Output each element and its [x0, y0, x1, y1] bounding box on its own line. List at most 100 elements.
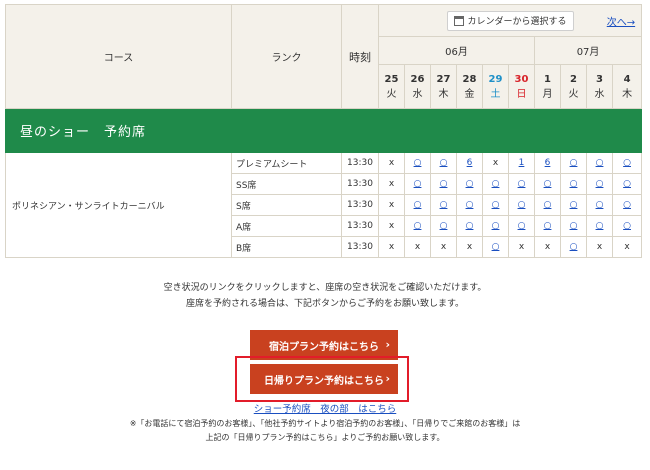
availability-mark[interactable]: ○: [492, 200, 500, 210]
availability-link[interactable]: ○: [560, 173, 587, 195]
availability-link[interactable]: ○: [611, 173, 643, 195]
availability-link[interactable]: ○: [560, 194, 587, 216]
availability-mark: x: [518, 242, 525, 252]
availability-mark: x: [388, 158, 395, 168]
availability-link[interactable]: ○: [404, 152, 431, 174]
day-weekday: 木: [622, 88, 633, 100]
availability-mark[interactable]: ○: [623, 158, 631, 168]
availability-link[interactable]: ○: [430, 152, 457, 174]
day-weekday: 木: [438, 88, 449, 100]
availability-mark[interactable]: ○: [623, 221, 631, 231]
availability-link[interactable]: ○: [611, 152, 643, 174]
availability-link[interactable]: 6: [456, 152, 483, 174]
availability-mark[interactable]: ○: [414, 221, 422, 231]
day-header: 29 土: [482, 64, 509, 109]
availability-mark[interactable]: ○: [544, 200, 552, 210]
availability-link[interactable]: ○: [456, 215, 483, 237]
availability-mark[interactable]: ○: [518, 200, 526, 210]
availability-link[interactable]: ○: [404, 215, 431, 237]
calendar-icon: [453, 15, 464, 26]
availability-link[interactable]: ○: [456, 194, 483, 216]
rank-name: S席: [231, 194, 342, 216]
availability-link[interactable]: ○: [482, 194, 509, 216]
note-line-2: 上記の「日帰りプラン予約はこちら」よりご予約お願い致します。: [205, 433, 445, 442]
day-weekday: 火: [568, 88, 579, 100]
info-line-1: 空き状況のリンクをクリックしますと、座席の空き状況をご確認いただけます。: [163, 283, 487, 293]
stay-plan-label: 宿泊プラン予約はこちら: [269, 341, 379, 353]
availability-mark[interactable]: 6: [545, 158, 551, 168]
availability-mark[interactable]: ○: [570, 221, 578, 231]
day-header: 30 日: [508, 64, 535, 109]
availability-link[interactable]: ○: [404, 173, 431, 195]
availability-mark[interactable]: ○: [596, 221, 604, 231]
availability-link[interactable]: ○: [560, 215, 587, 237]
availability-mark[interactable]: ○: [414, 179, 422, 189]
availability-unavailable: x: [482, 152, 509, 174]
availability-link[interactable]: 1: [508, 152, 535, 174]
chevron-right-icon: ›: [385, 338, 390, 351]
availability-mark[interactable]: ○: [570, 158, 578, 168]
availability-mark[interactable]: ○: [596, 158, 604, 168]
availability-mark[interactable]: ○: [492, 242, 500, 252]
night-show-link[interactable]: ショー予約席 夜の部 はこちら: [0, 401, 650, 415]
availability-mark[interactable]: 6: [467, 158, 473, 168]
availability-link[interactable]: ○: [482, 236, 509, 258]
availability-link[interactable]: ○: [456, 173, 483, 195]
info-text: 空き状況のリンクをクリックしますと、座席の空き状況をご確認いただけます。 座席を…: [0, 280, 650, 312]
availability-mark[interactable]: ○: [570, 179, 578, 189]
month-june: 06月: [378, 36, 535, 65]
availability-link[interactable]: ○: [611, 194, 643, 216]
next-link[interactable]: 次へ→: [607, 17, 635, 28]
availability-mark[interactable]: ○: [466, 200, 474, 210]
availability-mark[interactable]: ○: [570, 200, 578, 210]
availability-link[interactable]: ○: [586, 215, 613, 237]
availability-mark[interactable]: ○: [492, 179, 500, 189]
availability-mark[interactable]: ○: [440, 158, 448, 168]
availability-mark[interactable]: ○: [466, 221, 474, 231]
availability-link[interactable]: ○: [586, 173, 613, 195]
availability-link[interactable]: ○: [586, 152, 613, 174]
availability-unavailable: x: [456, 236, 483, 258]
availability-link[interactable]: ○: [482, 173, 509, 195]
availability-mark[interactable]: ○: [544, 221, 552, 231]
availability-mark: x: [388, 200, 395, 210]
availability-mark[interactable]: 1: [519, 158, 525, 168]
calendar-select-button[interactable]: カレンダーから選択する: [446, 10, 574, 31]
availability-mark[interactable]: ○: [492, 221, 500, 231]
availability-mark[interactable]: ○: [570, 242, 578, 252]
availability-mark[interactable]: ○: [518, 179, 526, 189]
availability-link[interactable]: ○: [586, 194, 613, 216]
availability-link[interactable]: 6: [534, 152, 561, 174]
availability-mark[interactable]: ○: [440, 200, 448, 210]
day-date: 29: [488, 73, 503, 85]
availability-link[interactable]: ○: [430, 173, 457, 195]
availability-mark[interactable]: ○: [518, 221, 526, 231]
availability-link[interactable]: ○: [508, 194, 535, 216]
availability-mark: x: [440, 242, 447, 252]
availability-mark[interactable]: ○: [414, 158, 422, 168]
availability-link[interactable]: ○: [430, 194, 457, 216]
availability-link[interactable]: ○: [534, 194, 561, 216]
availability-mark[interactable]: ○: [596, 179, 604, 189]
availability-mark[interactable]: ○: [544, 179, 552, 189]
availability-link[interactable]: ○: [560, 152, 587, 174]
availability-link[interactable]: ○: [611, 215, 643, 237]
availability-mark[interactable]: ○: [440, 179, 448, 189]
availability-link[interactable]: ○: [560, 236, 587, 258]
availability-mark[interactable]: ○: [623, 179, 631, 189]
availability-link[interactable]: ○: [508, 215, 535, 237]
availability-mark: x: [388, 242, 395, 252]
day-weekday: 土: [490, 88, 501, 100]
availability-mark[interactable]: ○: [440, 221, 448, 231]
availability-link[interactable]: ○: [430, 215, 457, 237]
availability-link[interactable]: ○: [534, 173, 561, 195]
day-date: 28: [462, 73, 477, 85]
availability-link[interactable]: ○: [404, 194, 431, 216]
availability-mark[interactable]: ○: [596, 200, 604, 210]
availability-mark[interactable]: ○: [466, 179, 474, 189]
availability-mark[interactable]: ○: [623, 200, 631, 210]
availability-link[interactable]: ○: [508, 173, 535, 195]
availability-link[interactable]: ○: [482, 215, 509, 237]
availability-mark[interactable]: ○: [414, 200, 422, 210]
availability-link[interactable]: ○: [534, 215, 561, 237]
